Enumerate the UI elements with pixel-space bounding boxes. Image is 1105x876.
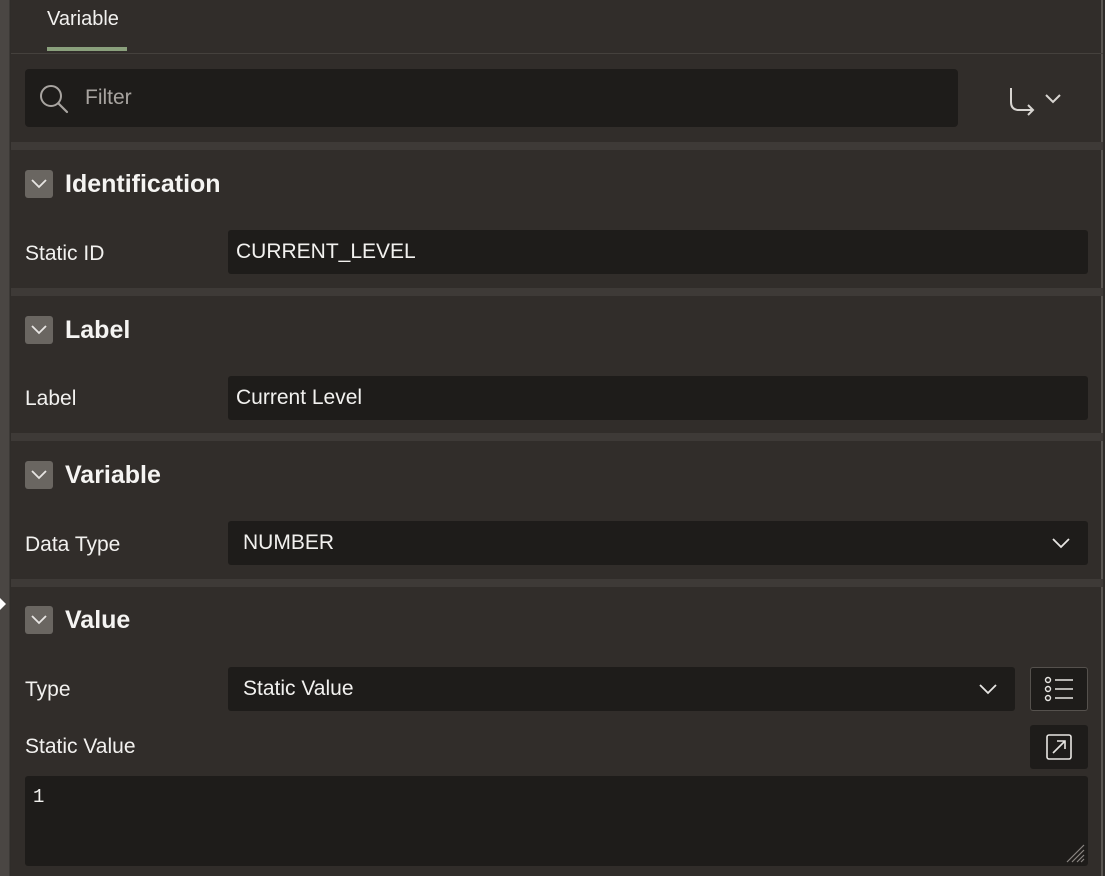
section-title: Label (65, 315, 131, 344)
data-type-select[interactable]: NUMBER (228, 521, 1088, 565)
expand-handle-icon[interactable] (0, 598, 6, 610)
label-field[interactable]: Current Level (228, 376, 1088, 420)
goto-group-button[interactable] (999, 80, 1069, 120)
collapse-button[interactable] (25, 606, 53, 634)
left-resize-strip[interactable] (0, 0, 10, 876)
static-id-field[interactable]: CURRENT_LEVEL (228, 230, 1088, 274)
resize-grip-icon[interactable] (1063, 841, 1085, 863)
section-separator (11, 579, 1103, 587)
section-title: Identification (65, 169, 221, 198)
type-select[interactable]: Static Value (228, 667, 1015, 711)
chevron-down-icon (979, 684, 997, 695)
chevron-down-icon (31, 179, 47, 189)
filter-box (25, 69, 958, 127)
collapse-button[interactable] (25, 170, 53, 198)
list-icon (1044, 676, 1073, 702)
list-of-values-button[interactable] (1030, 667, 1088, 711)
section-title: Variable (65, 460, 161, 489)
chevron-down-icon (31, 470, 47, 480)
label-value: Current Level (236, 386, 363, 409)
property-editor-panel: Variable Identification Static ID CURREN… (11, 0, 1103, 876)
filter-input[interactable] (83, 83, 943, 113)
active-tab-indicator (47, 47, 127, 51)
section-header-variable[interactable]: Variable (25, 455, 161, 495)
data-type-label: Data Type (25, 533, 121, 556)
static-id-value: CURRENT_LEVEL (236, 240, 416, 263)
static-value-text: 1 (33, 786, 45, 808)
static-value-textarea[interactable]: 1 (25, 776, 1088, 866)
static-value-label: Static Value (25, 735, 136, 758)
data-type-value: NUMBER (243, 531, 335, 554)
section-separator (11, 433, 1103, 441)
chevron-down-icon (31, 615, 47, 625)
tab-bar: Variable (11, 0, 1103, 54)
expand-editor-icon (1046, 734, 1072, 760)
section-separator (11, 142, 1103, 150)
section-header-value[interactable]: Value (25, 600, 130, 640)
tab-variable[interactable]: Variable (47, 0, 119, 54)
collapse-button[interactable] (25, 461, 53, 489)
goto-arrow-icon (1010, 88, 1061, 116)
section-header-identification[interactable]: Identification (25, 164, 221, 204)
open-editor-button[interactable] (1030, 725, 1088, 769)
search-icon (40, 85, 69, 114)
chevron-down-icon (31, 325, 47, 335)
collapse-button[interactable] (25, 316, 53, 344)
type-value: Static Value (243, 677, 354, 700)
section-title: Value (65, 605, 131, 634)
label-field-label: Label (25, 387, 77, 410)
type-label: Type (25, 678, 71, 701)
chevron-down-icon (1052, 538, 1070, 549)
section-header-label[interactable]: Label (25, 310, 130, 350)
section-separator (11, 288, 1103, 296)
static-id-label: Static ID (25, 242, 105, 265)
